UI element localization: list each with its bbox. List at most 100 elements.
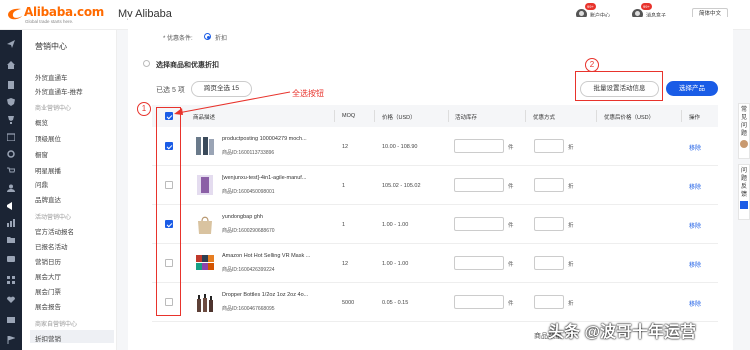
discount-input[interactable] xyxy=(534,295,564,309)
home-icon[interactable] xyxy=(7,61,15,69)
sidebar-item-expo-hall[interactable]: 展会大厅 xyxy=(35,271,61,281)
product-name[interactable]: yundongbap ghh xyxy=(222,214,263,220)
cart-icon[interactable] xyxy=(7,167,15,175)
account-badge: 99+ xyxy=(585,3,596,10)
alibaba-logo-icon xyxy=(8,8,22,20)
document-icon[interactable] xyxy=(7,81,15,89)
discount-radio[interactable] xyxy=(204,33,211,40)
sidebar-item-marketing-calendar[interactable]: 营销日历 xyxy=(35,256,61,266)
remove-link[interactable]: 移除 xyxy=(689,182,701,191)
logo-tagline: Global trade starts here. xyxy=(25,19,74,24)
remove-link[interactable]: 移除 xyxy=(689,299,701,308)
column-header-stock: 活动库存 xyxy=(455,115,478,121)
select-products-title: 选择商品和优惠折扣 xyxy=(156,62,219,69)
sidebar-item-showcase[interactable]: 橱窗 xyxy=(35,149,48,159)
sidebar-item-discount-marketing[interactable]: 折扣营销 xyxy=(35,333,61,343)
column-separator xyxy=(596,110,597,122)
discount-input[interactable] xyxy=(534,256,564,270)
stock-input[interactable] xyxy=(454,256,504,270)
column-header-moq: MOQ xyxy=(342,113,356,119)
stock-input[interactable] xyxy=(454,178,504,192)
feedback-icon xyxy=(740,201,748,209)
column-separator xyxy=(334,110,335,122)
price-range: 1.00 - 1.00 xyxy=(382,222,409,228)
product-name[interactable]: Dropper Bottles 1/2oz 1oz 2oz 4o... xyxy=(222,292,308,298)
folder-icon[interactable] xyxy=(7,236,15,244)
sidebar-item-official-activity[interactable]: 官方活动报名 xyxy=(35,226,74,236)
column-separator xyxy=(525,110,526,122)
sidebar-item-star-show[interactable]: 明星展播 xyxy=(35,165,61,175)
discount-unit: 折 xyxy=(568,184,574,190)
product-thumbnail xyxy=(196,255,214,270)
alibaba-logo[interactable]: Alibaba.com Global trade starts here. xyxy=(6,5,104,25)
box-icon[interactable] xyxy=(7,133,15,141)
sidebar-item-top-booth[interactable]: 顶级展位 xyxy=(35,133,61,143)
product-id: 商品ID:1600113733896 xyxy=(222,150,275,156)
column-header-discounted-price: 优惠后价格（USD） xyxy=(604,115,655,121)
product-thumbnail xyxy=(197,294,213,312)
stock-input[interactable] xyxy=(454,217,504,231)
annotation-marker-1: 1 xyxy=(137,102,151,116)
mail-icon[interactable] xyxy=(7,316,15,324)
price-range: 105.02 - 105.02 xyxy=(382,183,421,189)
remove-link[interactable]: 移除 xyxy=(689,260,701,269)
faq-tab[interactable]: 常见问题 xyxy=(738,103,750,159)
moq-value: 12 xyxy=(342,261,349,267)
sidebar-item-p4p[interactable]: 外贸直通车 xyxy=(35,72,68,82)
icon-rail xyxy=(0,30,22,350)
sidebar-item-wending[interactable]: 问鼎 xyxy=(35,179,48,189)
trophy-icon[interactable] xyxy=(7,116,15,124)
message-badge: 99+ xyxy=(641,3,652,10)
heart-icon[interactable] xyxy=(7,296,15,304)
moq-value: 1 xyxy=(342,222,346,228)
price-range: 0.05 - 0.15 xyxy=(382,300,409,306)
column-separator xyxy=(448,110,449,122)
stock-input[interactable] xyxy=(454,139,504,153)
faq-label: 常见问题 xyxy=(741,107,748,137)
product-name[interactable]: Amazon Hot Hot Selling VR Mask ... xyxy=(222,253,310,259)
sidebar-nav: 营销中心 外贸直通车 外贸直通车-推荐 商业营销中心 概览 顶级展位 橱窗 明星… xyxy=(22,30,117,350)
product-name[interactable]: [wenjunxu-test]-4in1-agile-manuf... xyxy=(222,175,306,181)
shield-icon[interactable] xyxy=(7,98,15,106)
sidebar-section-marketing: 商业营销中心 xyxy=(35,106,72,112)
settings-icon[interactable] xyxy=(7,150,15,158)
discount-unit: 折 xyxy=(568,223,574,229)
annotation-marker-2: 2 xyxy=(585,58,599,72)
discount-input[interactable] xyxy=(534,139,564,153)
feedback-label: 问题反馈 xyxy=(741,168,748,198)
sidebar-heading: 营销中心 xyxy=(35,42,67,51)
sidebar-item-expo-ticket[interactable]: 展会门票 xyxy=(35,286,61,296)
sidebar-item-p4p-recommend[interactable]: 外贸直通车-推荐 xyxy=(35,86,83,96)
discount-unit: 折 xyxy=(568,301,574,307)
sidebar-item-brand-direct[interactable]: 品牌直达 xyxy=(35,194,61,204)
flag-icon[interactable] xyxy=(7,336,15,344)
discount-option-label: 折扣 xyxy=(215,36,228,42)
product-name[interactable]: productposting 100004279 moch... xyxy=(222,136,307,142)
annotation-arrow xyxy=(174,91,291,115)
sidebar-item-registered-activity[interactable]: 已报名活动 xyxy=(35,241,68,251)
user-icon[interactable] xyxy=(7,184,15,192)
price-range: 1.00 - 1.00 xyxy=(382,261,409,267)
remove-link[interactable]: 移除 xyxy=(689,221,701,230)
sidebar-item-overview[interactable]: 概览 xyxy=(35,117,48,127)
select-product-button[interactable]: 选择产品 xyxy=(666,81,718,96)
chart-icon[interactable] xyxy=(7,219,15,227)
price-range: 10.00 - 108.90 xyxy=(382,144,418,150)
wallet-icon[interactable] xyxy=(7,255,15,263)
column-separator xyxy=(681,110,682,122)
remove-link[interactable]: 移除 xyxy=(689,143,701,152)
column-header-discount-type: 优惠方式 xyxy=(533,115,556,121)
send-icon[interactable] xyxy=(7,40,15,48)
grid-icon[interactable] xyxy=(7,276,15,284)
product-thumbnail xyxy=(196,137,214,155)
stock-input[interactable] xyxy=(454,295,504,309)
annotation-checkbox-column-box xyxy=(156,107,181,316)
product-id: 商品ID:1600426399224 xyxy=(222,267,275,273)
discount-input[interactable] xyxy=(534,217,564,231)
discount-input[interactable] xyxy=(534,178,564,192)
select-products-radio[interactable] xyxy=(143,60,150,67)
feedback-tab[interactable]: 问题反馈 xyxy=(738,164,750,220)
marketing-icon[interactable] xyxy=(7,202,15,210)
sidebar-item-expo-report[interactable]: 展会报告 xyxy=(35,301,61,311)
stock-unit: 件 xyxy=(508,301,514,307)
